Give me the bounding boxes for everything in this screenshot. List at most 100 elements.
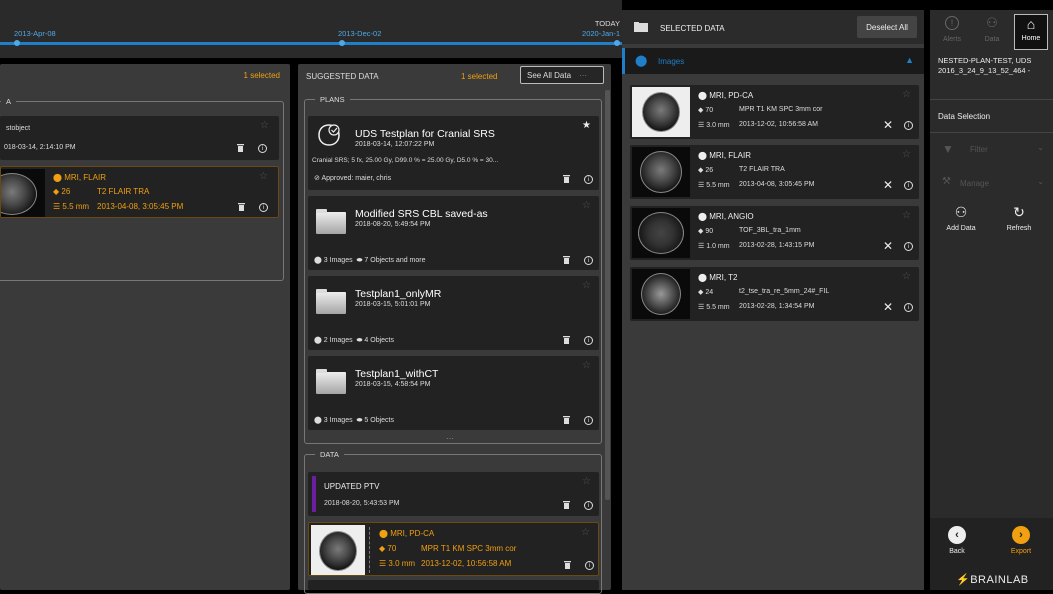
selected-image-card[interactable]: ⬤ MRI, FLAIR ◆ 26 T2 FLAIR TRA ☰ 5.5 mm … <box>630 145 919 199</box>
series-name: t2_tse_tra_re_5mm_24#_FIL <box>739 288 830 295</box>
chevron-down-icon: ⌄ <box>1037 177 1044 186</box>
manage-dropdown[interactable]: ⚒ Manage ⌄ <box>936 172 1048 194</box>
info-icon[interactable]: i <box>584 336 593 345</box>
info-icon[interactable]: i <box>584 175 593 184</box>
favorite-star-icon[interactable]: ☆ <box>581 527 590 538</box>
plan-card[interactable]: UDS Testplan for Cranial SRS 2018-03-14,… <box>308 116 599 190</box>
selected-image-card[interactable]: ⬤ MRI, PD-CA ◆ 70 MPR T1 KM SPC 3mm cor … <box>630 85 919 139</box>
left-group-title: A <box>1 97 17 106</box>
home-button[interactable]: ⌂ Home <box>1014 14 1048 50</box>
favorite-star-icon[interactable]: ☆ <box>582 280 591 291</box>
back-button[interactable]: ‹ Back <box>944 526 970 555</box>
favorite-star-icon[interactable]: ☆ <box>582 360 591 371</box>
selected-image-card[interactable]: ⬤ MRI, T2 ◆ 24 t2_tse_tra_re_5mm_24#_FIL… <box>630 267 919 321</box>
timeline-date-1: 2013-Apr-08 <box>14 29 56 38</box>
brainlab-logo: ⚡BRAINLAB <box>956 574 1029 586</box>
plan-card[interactable]: Testplan1_withCT 2018-03-15, 4:58:54 PM … <box>308 356 599 430</box>
favorite-star-icon[interactable]: ☆ <box>582 476 591 487</box>
filter-dropdown[interactable]: ▼ Filter ⌄ <box>936 138 1048 160</box>
mri-icon: ⬤ <box>698 273 707 282</box>
image-date: 2013-04-08, 3:05:45 PM <box>97 202 184 211</box>
favorite-star-icon[interactable]: ☆ <box>902 149 911 160</box>
image-card[interactable]: ⬤ MRI, PD-CA ◆ 70 MPR T1 KM SPC 3mm cor … <box>308 522 599 576</box>
object-icon: ⬬ <box>356 337 363 344</box>
layers-icon: ◆ <box>698 167 704 174</box>
object-name: stobject <box>6 125 31 132</box>
timeline[interactable]: 2013-Apr-08 2013-Dec-02 TODAY 2020-Jan-1 <box>0 0 622 58</box>
chevron-up-icon[interactable]: ▲ <box>905 55 914 65</box>
info-icon[interactable]: i <box>584 416 593 425</box>
trash-icon[interactable] <box>237 144 244 152</box>
timeline-marker-1[interactable] <box>14 40 20 46</box>
deselect-all-button[interactable]: Deselect All <box>857 16 917 38</box>
image-count: ◆ 70 <box>379 544 397 553</box>
timeline-marker-3[interactable] <box>614 40 620 46</box>
info-icon[interactable]: i <box>259 203 268 212</box>
info-icon[interactable]: i <box>904 242 913 251</box>
info-icon[interactable]: i <box>584 256 593 265</box>
left-object-card[interactable]: stobject 018-03-14, 2:14:10 PM ☆ i <box>0 116 279 160</box>
see-all-data-button[interactable]: See All Data ··· <box>520 66 604 84</box>
favorite-star-icon[interactable]: ☆ <box>260 120 269 131</box>
export-button[interactable]: › Export <box>1006 526 1036 555</box>
favorite-star-icon[interactable]: ☆ <box>902 210 911 221</box>
trash-icon[interactable] <box>238 203 245 211</box>
favorite-star-icon[interactable]: ☆ <box>582 200 591 211</box>
selected-image-card[interactable]: ⬤ MRI, ANGIO ◆ 90 TOF_3BL_tra_1mm ☰ 1.0 … <box>630 206 919 260</box>
more-dots-icon[interactable]: ··· <box>446 434 454 443</box>
data-button[interactable]: ⚇ Data <box>976 16 1008 50</box>
folder-icon <box>316 369 346 394</box>
info-icon[interactable]: i <box>904 121 913 130</box>
plan-card[interactable]: Modified SRS CBL saved-as 2018-08-20, 5:… <box>308 196 599 270</box>
modality-label: ⬤ MRI, ANGIO <box>698 212 754 221</box>
mri-thumbnail <box>632 87 690 137</box>
favorite-star-filled-icon[interactable]: ★ <box>582 120 591 131</box>
images-section-header[interactable]: ⬤ Images ▲ <box>622 48 924 74</box>
image-date: 2013-12-02, 10:56:58 AM <box>421 559 512 568</box>
remove-icon[interactable]: ✕ <box>883 178 893 192</box>
trash-icon[interactable] <box>563 256 570 264</box>
image-date: 2013-04-08, 3:05:45 PM <box>739 181 815 188</box>
trash-icon[interactable] <box>563 416 570 424</box>
trash-icon[interactable] <box>563 336 570 344</box>
favorite-star-icon[interactable]: ☆ <box>259 171 268 182</box>
timeline-marker-2[interactable] <box>339 40 345 46</box>
info-icon[interactable]: i <box>585 561 594 570</box>
alert-icon: ! <box>945 16 959 30</box>
data-title: DATA <box>315 450 344 459</box>
remove-icon[interactable]: ✕ <box>883 118 893 132</box>
trash-icon[interactable] <box>563 501 570 509</box>
trash-icon[interactable] <box>563 175 570 183</box>
plan-contents: ⬤ 3 Images ⬬ 7 Objects and more <box>314 257 426 264</box>
alerts-button[interactable]: ! Alerts <box>936 16 968 50</box>
info-icon[interactable]: i <box>904 303 913 312</box>
plan-contents: ⬤ 3 Images ⬬ 5 Objects <box>314 417 394 424</box>
image-card-partial[interactable] <box>308 580 599 590</box>
info-icon[interactable]: i <box>584 501 593 510</box>
remove-icon[interactable]: ✕ <box>883 239 893 253</box>
remove-icon[interactable]: ✕ <box>883 300 893 314</box>
mri-thumbnail <box>311 525 365 575</box>
refresh-label: Refresh <box>1006 225 1032 232</box>
plan-contents: ⬤ 2 Images ⬬ 4 Objects <box>314 337 394 344</box>
slices-icon: ☰ <box>698 304 705 311</box>
refresh-button[interactable]: ↻ Refresh <box>996 204 1042 232</box>
suggested-title: SUGGESTED DATA <box>306 72 379 81</box>
trash-icon[interactable] <box>564 561 571 569</box>
info-icon[interactable]: i <box>904 181 913 190</box>
object-card[interactable]: UPDATED PTV 2018-08-20, 5:43:53 PM ☆ i <box>308 472 599 516</box>
slices-icon: ☰ <box>698 122 705 129</box>
plan-card[interactable]: Testplan1_onlyMR 2018-03-15, 5:01:01 PM … <box>308 276 599 350</box>
filter-label: Filter <box>970 145 988 154</box>
add-data-button[interactable]: ⚇ Add Data <box>938 204 984 232</box>
info-icon[interactable]: i <box>258 144 267 153</box>
image-icon: ⬤ <box>314 417 322 424</box>
add-data-label: Add Data <box>946 225 976 232</box>
left-image-card[interactable]: ⬤ MRI, FLAIR ◆ 26 T2 FLAIR TRA ☰ 5.5 mm … <box>0 166 279 218</box>
slice-thickness: ☰ 5.5 mm <box>53 202 90 211</box>
folder-icon <box>634 22 648 32</box>
favorite-star-icon[interactable]: ☆ <box>902 89 911 100</box>
favorite-star-icon[interactable]: ☆ <box>902 271 911 282</box>
mri-icon: ⬤ <box>698 91 707 100</box>
scrollbar[interactable] <box>605 90 610 500</box>
